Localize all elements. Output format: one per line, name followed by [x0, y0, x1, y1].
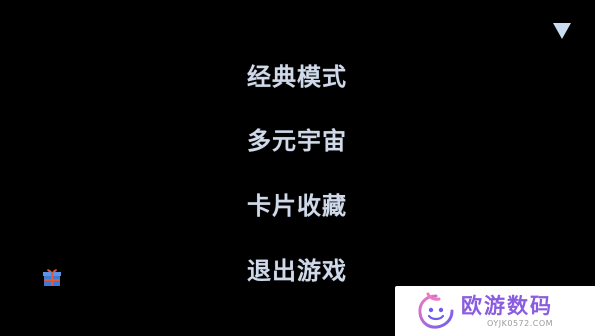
watermark: 欧游数码 OYJK0572.COM — [395, 286, 595, 336]
watermark-name: 欧游数码 — [461, 294, 553, 318]
watermark-domain: OYJK0572.COM — [487, 319, 554, 328]
menu-item-card-collection[interactable]: 卡片收藏 — [247, 186, 347, 221]
watermark-logo-icon — [415, 290, 457, 332]
menu-item-multiverse[interactable]: 多元宇宙 — [247, 121, 347, 156]
menu-item-classic-mode[interactable]: 经典模式 — [247, 57, 347, 92]
menu-item-exit-game[interactable]: 退出游戏 — [247, 251, 347, 286]
gift-icon[interactable] — [42, 267, 62, 287]
dropdown-triangle-icon[interactable] — [552, 22, 572, 40]
